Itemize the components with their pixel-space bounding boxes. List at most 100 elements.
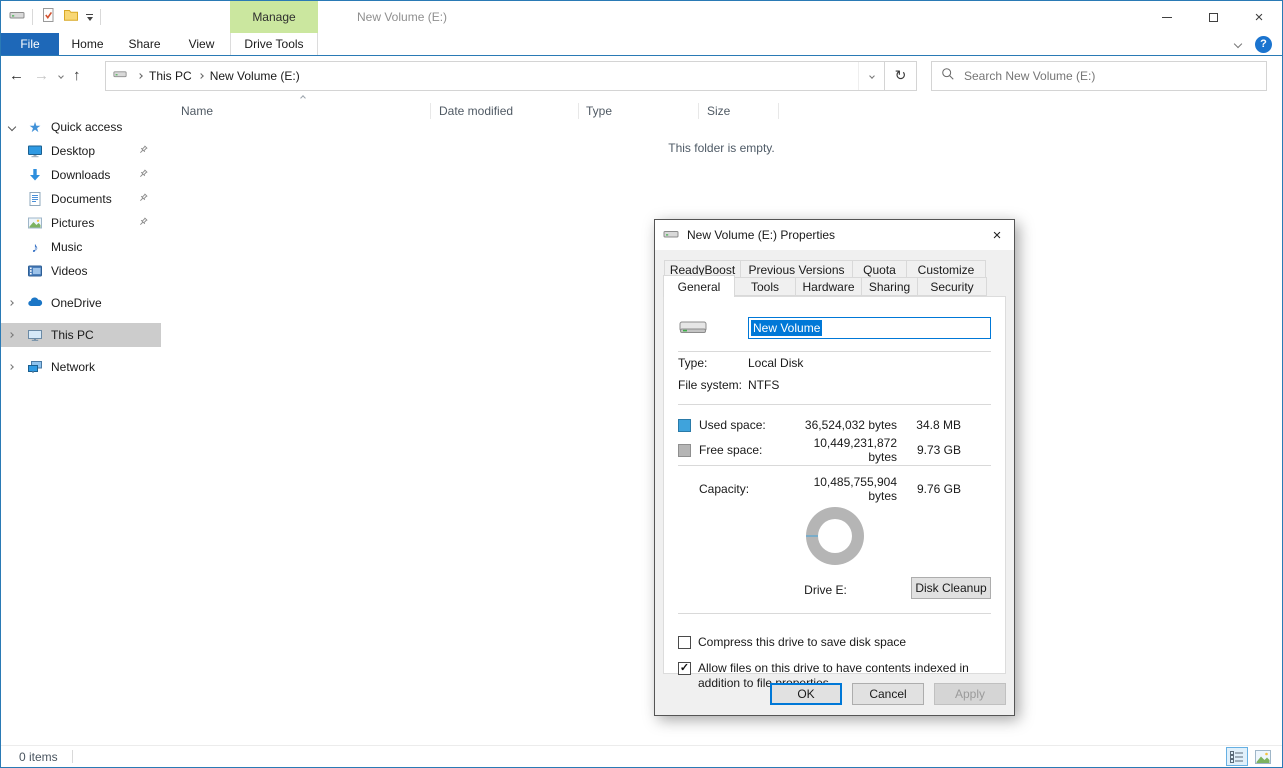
help-icon[interactable]: ? [1255,36,1272,53]
refresh-button[interactable]: ↻ [885,61,917,91]
drive-icon [9,7,25,28]
refresh-icon: ↻ [895,67,907,84]
minimize-button[interactable] [1144,1,1190,33]
chevron-right-icon[interactable] [8,364,14,370]
disk-cleanup-button[interactable]: Disk Cleanup [911,577,991,599]
column-header-type[interactable]: Type [579,103,699,119]
apply-button[interactable]: Apply [934,683,1006,705]
sidebar-item-onedrive[interactable]: OneDrive [1,291,161,315]
file-system-label: File system: [678,378,748,392]
up-button[interactable]: ↑ [73,67,81,84]
tab-hardware[interactable]: Hardware [795,277,862,296]
details-view-button[interactable] [1226,747,1248,766]
tab-share[interactable]: Share [116,33,173,55]
disk-usage-donut-chart [806,507,864,565]
sort-ascending-icon [300,95,306,101]
sidebar-item-videos[interactable]: Videos [1,259,161,283]
sidebar-item-desktop[interactable]: Desktop [1,139,161,163]
close-icon: × [993,227,1002,244]
breadcrumb-this-pc[interactable]: This PC [149,69,192,83]
chevron-right-icon[interactable] [8,300,14,306]
free-space-size: 9.73 GB [897,443,961,457]
sidebar-item-this-pc[interactable]: This PC [1,323,161,347]
compress-checkbox[interactable] [678,636,691,649]
column-header-size[interactable]: Size [699,103,779,119]
view-switcher [1226,747,1274,766]
column-header-name[interactable]: Name [181,103,431,119]
index-checkbox[interactable]: ✓ [678,662,691,675]
chevron-right-icon[interactable] [8,332,14,338]
pin-icon [137,216,149,231]
type-value: Local Disk [748,356,991,370]
capacity-row: Capacity: 10,485,755,904 bytes 9.76 GB [678,475,991,497]
nav-buttons: ← → ↑ [9,67,105,84]
navigation-pane: ★ Quick access Desktop Downloads [1,95,161,745]
properties-icon[interactable] [40,7,56,28]
ribbon-tab-strip: File Home Share View Drive Tools ? [1,33,1282,56]
sidebar-item-music[interactable]: ♪ Music [1,235,161,259]
sidebar-item-pictures[interactable]: Pictures [1,211,161,235]
used-space-swatch [678,419,691,432]
pin-icon [137,168,149,183]
tab-drive-tools[interactable]: Drive Tools [230,33,318,55]
recent-locations-icon[interactable] [58,73,64,79]
dialog-tab-row-front: General Tools Hardware Sharing Security [663,277,987,297]
quick-access-icon: ★ [27,119,43,135]
dialog-drive-icon [663,226,679,245]
compress-checkbox-row: Compress this drive to save disk space [678,635,991,651]
collapse-ribbon-icon[interactable] [1234,40,1242,48]
column-headers: Name Date modified Type Size [181,103,1282,119]
window-title: New Volume (E:) [357,1,447,33]
chevron-down-icon[interactable] [8,123,16,131]
tab-security[interactable]: Security [917,277,987,296]
pictures-icon [27,215,43,231]
tab-view[interactable]: View [173,33,230,55]
ok-button[interactable]: OK [770,683,842,705]
empty-folder-message: This folder is empty. [161,141,1282,155]
tab-general[interactable]: General [663,275,735,297]
tab-file[interactable]: File [1,33,59,55]
column-header-date-modified[interactable]: Date modified [431,103,579,119]
sidebar-item-network[interactable]: Network [1,355,161,379]
search-input[interactable]: Search New Volume (E:) [931,61,1267,91]
close-button[interactable]: × [1236,1,1282,33]
drive-row: Drive E: Disk Cleanup [678,577,991,601]
used-space-label: Used space: [699,418,788,432]
window-controls: × [1144,1,1282,33]
tab-home[interactable]: Home [59,33,116,55]
cancel-button[interactable]: Cancel [852,683,924,705]
maximize-icon [1209,13,1218,22]
titlebar: Manage New Volume (E:) × [1,1,1282,33]
volume-label-input[interactable]: New Volume [748,317,991,339]
capacity-bytes: 10,485,755,904 bytes [788,475,897,503]
quick-access-toolbar [9,1,101,33]
breadcrumb-current[interactable]: New Volume (E:) [210,69,300,83]
properties-dialog: New Volume (E:) Properties × ReadyBoost … [654,219,1015,716]
free-space-bytes: 10,449,231,872 bytes [788,436,897,464]
sidebar-item-quick-access[interactable]: ★ Quick access [1,115,161,139]
network-icon [27,359,43,375]
search-placeholder: Search New Volume (E:) [964,69,1095,83]
explorer-window: Manage New Volume (E:) × File Home Share… [0,0,1283,768]
location-drive-icon [113,67,127,84]
address-bar[interactable]: This PC New Volume (E:) [105,61,885,91]
dialog-titlebar: New Volume (E:) Properties × [655,220,1014,250]
ribbon-right-controls: ? [1235,33,1282,55]
forward-button[interactable]: → [34,67,49,84]
address-dropdown-icon[interactable] [858,62,884,90]
qat-customize-icon[interactable] [86,14,93,21]
maximize-button[interactable] [1190,1,1236,33]
tab-tools[interactable]: Tools [734,277,796,296]
contextual-tab-group-manage: Manage [230,1,318,33]
documents-icon [27,191,43,207]
new-folder-icon[interactable] [63,7,79,28]
sidebar-item-downloads[interactable]: Downloads [1,163,161,187]
free-space-row: Free space: 10,449,231,872 bytes 9.73 GB [678,436,991,458]
large-icons-view-button[interactable] [1252,747,1274,766]
sidebar-item-documents[interactable]: Documents [1,187,161,211]
compress-checkbox-label: Compress this drive to save disk space [698,635,906,651]
dialog-close-button[interactable]: × [980,220,1014,250]
back-button[interactable]: ← [9,67,24,84]
tab-sharing[interactable]: Sharing [861,277,918,296]
pin-icon [137,192,149,207]
